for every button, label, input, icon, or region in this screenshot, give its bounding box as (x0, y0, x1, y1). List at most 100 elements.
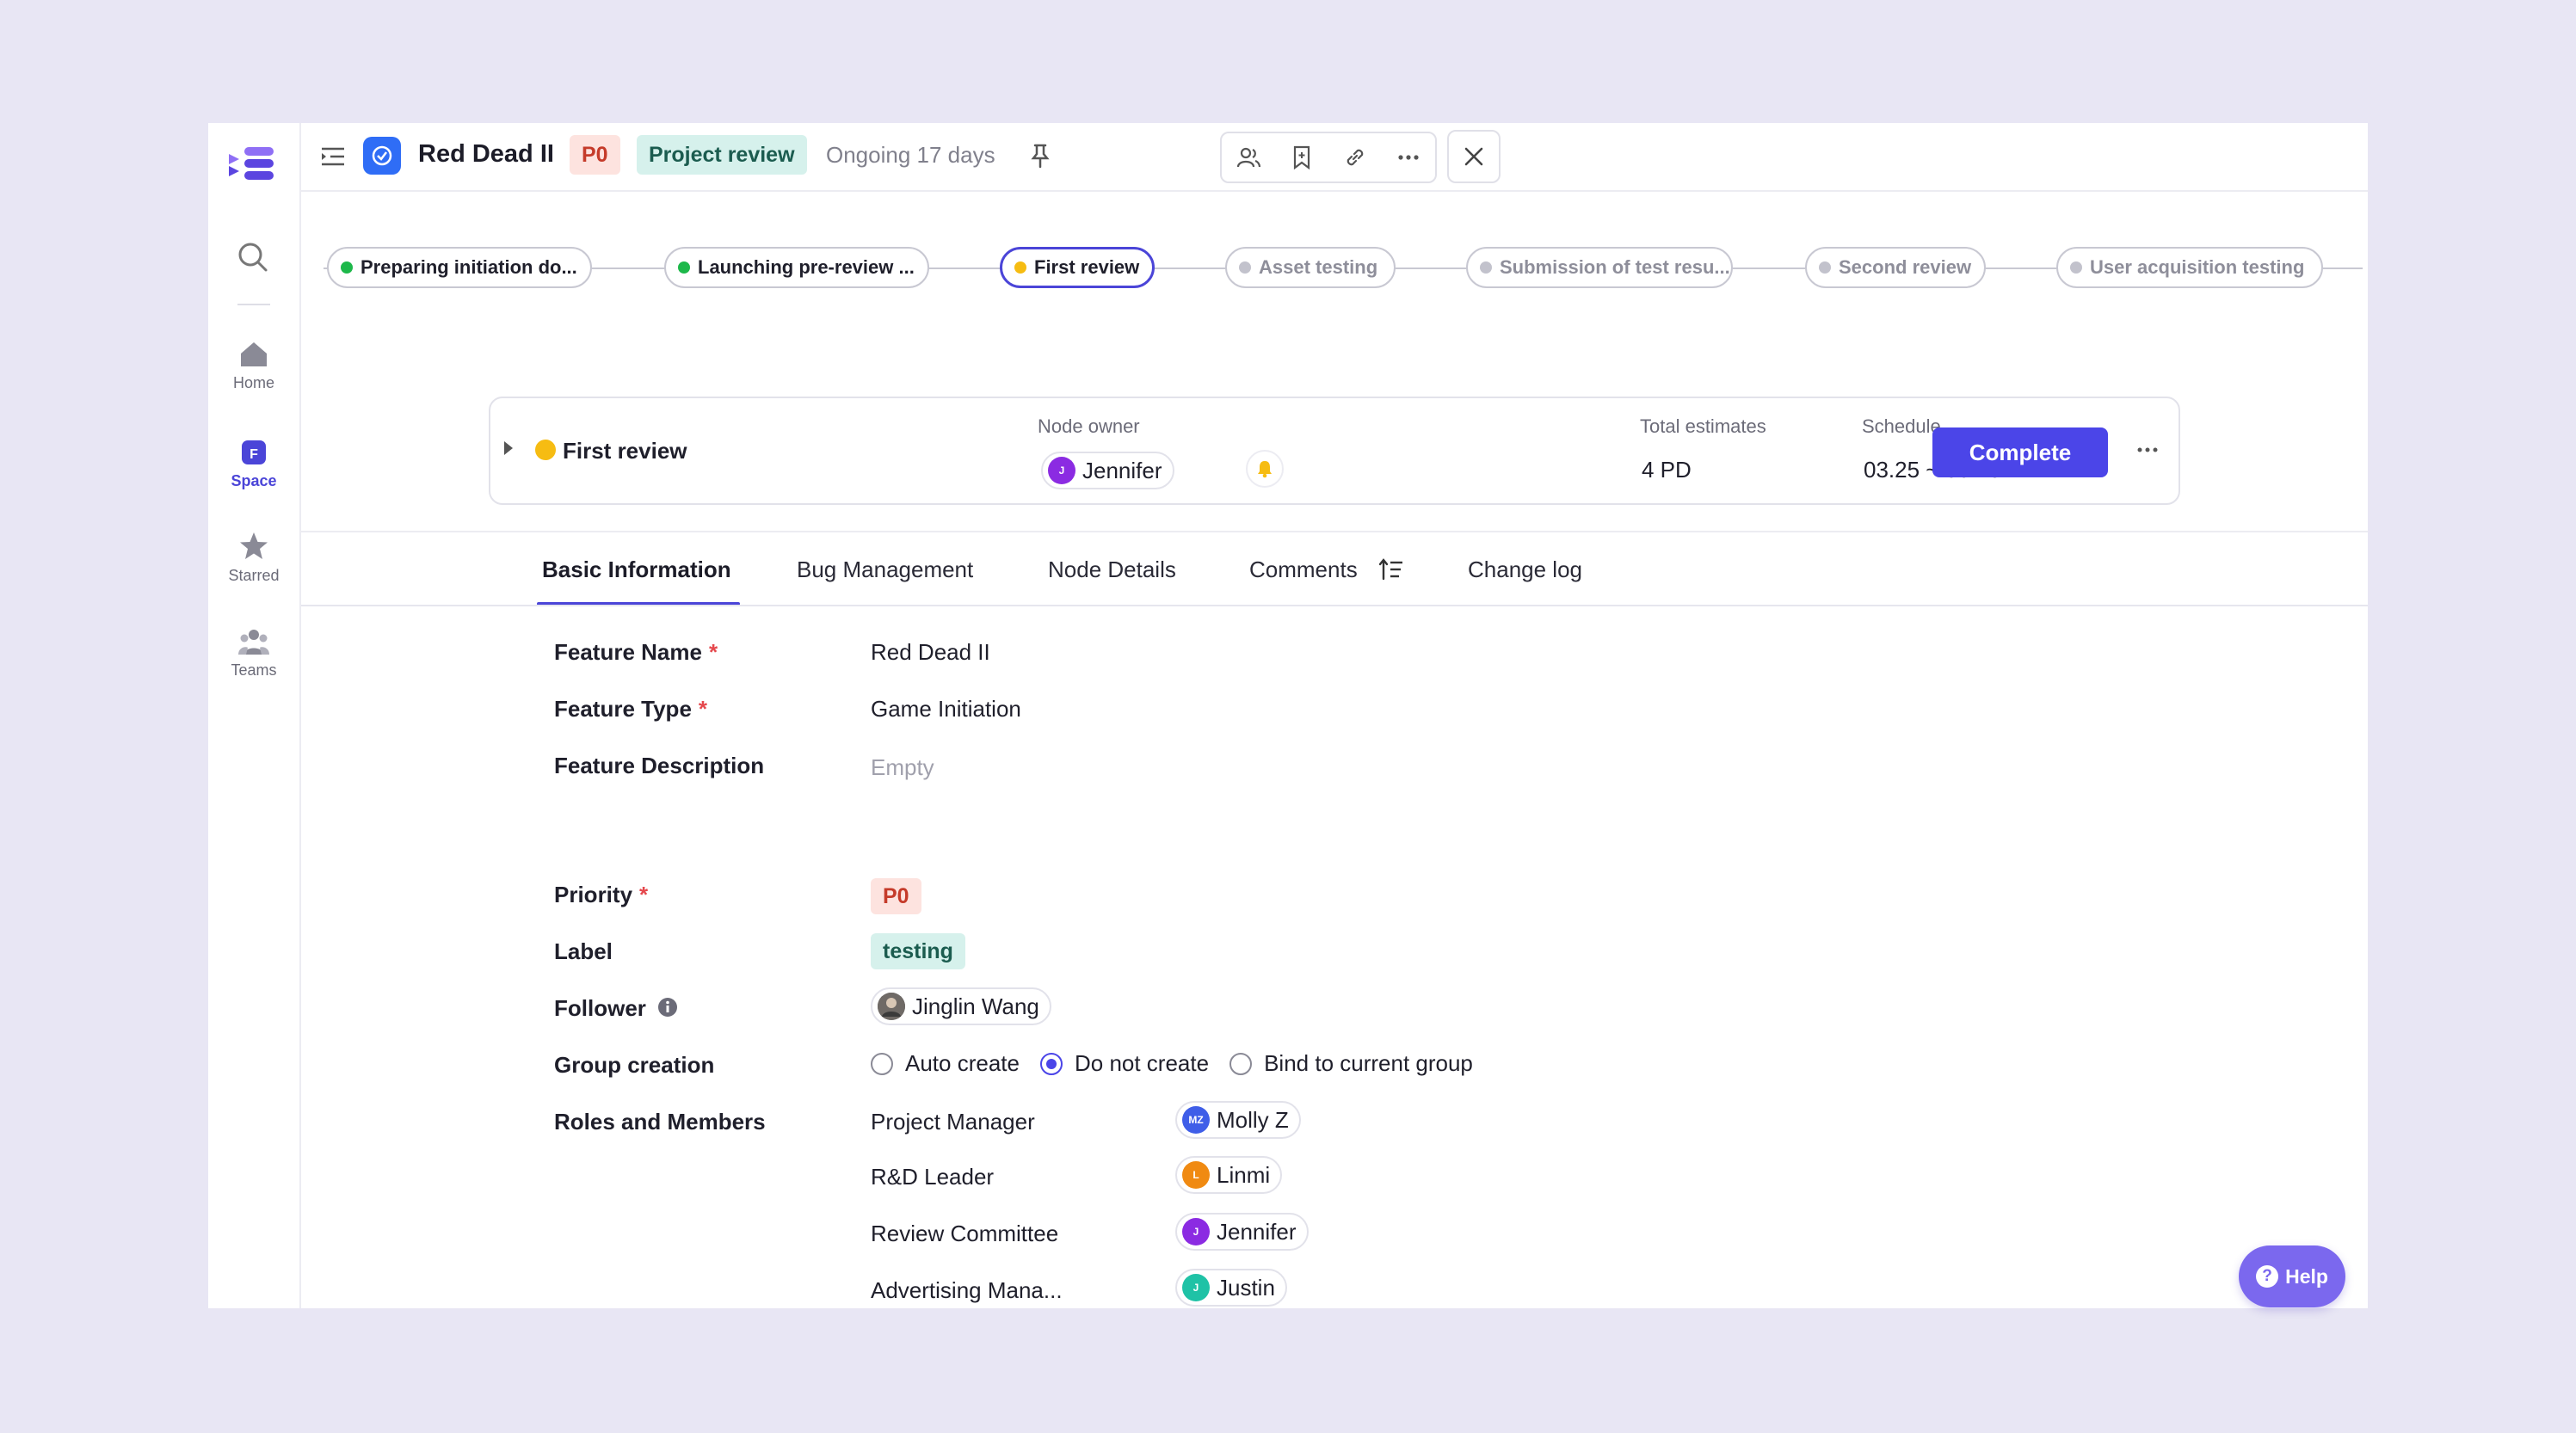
help-icon: ? (2256, 1265, 2279, 1288)
node-more-button[interactable] (2130, 433, 2165, 467)
rail-item-teams[interactable]: Teams (208, 627, 299, 680)
radio-label: Do not create (1074, 1050, 1210, 1076)
rail-divider (237, 304, 270, 305)
collapse-sidebar-icon[interactable] (318, 142, 348, 171)
left-rail: Home F Space Starred Teams (208, 123, 301, 1308)
radio-auto-create[interactable]: Auto create (871, 1050, 1020, 1077)
group-creation-label: Group creation (554, 1052, 715, 1078)
feature-name-label: Feature Name * (554, 639, 718, 665)
space-icon: F (242, 440, 266, 464)
role-name: Review Committee (871, 1221, 1059, 1246)
rail-item-label: Teams (231, 661, 277, 679)
expand-caret-icon[interactable] (504, 441, 513, 455)
step-user-acquisition-testing[interactable]: User acquisition testing (2056, 247, 2323, 288)
step-label: User acquisition testing (2090, 256, 2305, 278)
bookmark-button[interactable] (1275, 133, 1328, 181)
role-name: Project Manager (871, 1109, 1035, 1135)
radio-label: Bind to current group (1264, 1050, 1473, 1076)
step-label: Second review (1839, 256, 1972, 278)
follower-name: Jinglin Wang (912, 993, 1039, 1019)
rail-item-home[interactable]: Home (208, 340, 299, 392)
status-dot (1239, 261, 1251, 274)
reminder-button[interactable] (1246, 450, 1284, 488)
step-submission-test-results[interactable]: Submission of test resu... (1466, 247, 1733, 288)
role-member-chip[interactable]: L Linmi (1175, 1156, 1283, 1194)
tab-change-log[interactable]: Change log (1468, 557, 1582, 583)
radio-do-not-create[interactable]: Do not create (1039, 1050, 1210, 1077)
app-window: Home F Space Starred Teams Red Dead II P… (208, 123, 2368, 1308)
step-launching-pre-review[interactable]: Launching pre-review ... (664, 247, 929, 288)
members-button[interactable] (1222, 133, 1275, 181)
sort-icon[interactable] (1378, 557, 1404, 582)
search-icon[interactable] (236, 240, 270, 274)
svg-text:F: F (250, 447, 258, 462)
info-icon[interactable] (657, 997, 678, 1018)
more-horizontal-icon (1398, 155, 1419, 160)
priority-tag[interactable]: P0 (871, 878, 921, 914)
feature-name-value[interactable]: Red Dead II (871, 639, 990, 666)
node-status-dot (535, 440, 556, 460)
required-mark: * (698, 696, 708, 722)
node-name: First review (563, 438, 687, 464)
bookmark-icon (1293, 145, 1310, 170)
node-owner-label: Node owner (1038, 415, 1140, 437)
rail-item-label: Space (231, 472, 277, 489)
tab-bug-management[interactable]: Bug Management (797, 557, 973, 583)
tabs-divider (301, 605, 2368, 606)
feature-description-value[interactable]: Empty (871, 754, 934, 781)
feature-type-value[interactable]: Game Initiation (871, 696, 1021, 723)
help-label: Help (2285, 1264, 2328, 1288)
roles-and-members-label: Roles and Members (554, 1109, 766, 1135)
home-icon (241, 342, 267, 366)
members-icon (1236, 147, 1261, 168)
feature-type-label: Feature Type * (554, 696, 708, 722)
radio-bind-to-current-group[interactable]: Bind to current group (1229, 1050, 1473, 1077)
rail-item-space[interactable]: F Space (208, 438, 299, 490)
more-button[interactable] (1382, 133, 1435, 181)
teams-icon (238, 630, 269, 655)
bell-icon (1258, 461, 1272, 478)
required-mark: * (639, 882, 649, 907)
member-name: Jennifer (1217, 1218, 1297, 1245)
group-creation-radio-group: Auto create Do not create Bind to curren… (871, 1050, 1494, 1077)
tab-node-details[interactable]: Node Details (1048, 557, 1176, 583)
node-owner-chip[interactable]: J Jennifer (1041, 452, 1174, 489)
feature-description-label: Feature Description (554, 753, 765, 778)
tab-basic-information[interactable]: Basic Information (542, 557, 731, 583)
total-estimates-value: 4 PD (1642, 457, 1692, 483)
role-member-chip[interactable]: J Jennifer (1175, 1213, 1309, 1251)
link-icon (1347, 149, 1364, 166)
follower-chip[interactable]: Jinglin Wang (871, 987, 1051, 1025)
star-icon (240, 532, 268, 559)
copy-link-button[interactable] (1328, 133, 1382, 181)
rail-item-starred[interactable]: Starred (208, 531, 299, 585)
help-button[interactable]: ? Help (2239, 1245, 2345, 1307)
node-owner-name: Jennifer (1082, 457, 1162, 483)
role-member-chip[interactable]: MZ Molly Z (1175, 1101, 1301, 1139)
required-mark: * (708, 639, 718, 665)
avatar: L (1182, 1161, 1210, 1189)
complete-button[interactable]: Complete (1932, 427, 2108, 477)
avatar: J (1048, 457, 1075, 484)
app-logo-icon[interactable] (225, 142, 277, 185)
status-dot (678, 261, 690, 274)
top-header: Red Dead II P0 Project review Ongoing 17… (301, 123, 2368, 192)
pin-icon[interactable] (1027, 142, 1053, 169)
member-name: Linmi (1217, 1161, 1271, 1188)
step-label: Preparing initiation do... (361, 256, 577, 278)
step-first-review[interactable]: First review (1000, 247, 1155, 288)
avatar: MZ (1182, 1106, 1210, 1134)
role-member-chip[interactable]: J Justin (1175, 1269, 1287, 1307)
follower-label: Follower (554, 995, 678, 1022)
close-button[interactable] (1447, 130, 1501, 183)
label-tag[interactable]: testing (871, 933, 965, 969)
page-title: Red Dead II (418, 140, 554, 168)
tab-comments[interactable]: Comments (1249, 557, 1358, 583)
avatar: J (1182, 1274, 1210, 1301)
radio-circle (871, 1052, 893, 1075)
step-second-review[interactable]: Second review (1805, 247, 1986, 288)
total-estimates-label: Total estimates (1640, 415, 1766, 437)
stage-badge[interactable]: Project review (637, 135, 807, 175)
step-preparing-initiation[interactable]: Preparing initiation do... (327, 247, 592, 288)
step-asset-testing[interactable]: Asset testing (1225, 247, 1396, 288)
